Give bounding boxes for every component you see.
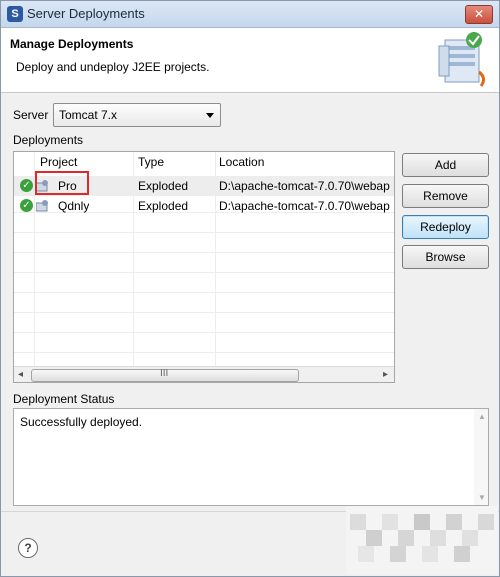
deployments-label: Deployments (13, 133, 84, 147)
row-divider (14, 352, 394, 353)
scroll-up-icon[interactable]: ▲ (478, 412, 486, 421)
scrollbar-thumb[interactable]: III (31, 368, 299, 382)
server-selected-value: Tomcat 7.x (59, 108, 118, 122)
horizontal-scrollbar[interactable]: ◂ III ▸ (14, 366, 394, 382)
chevron-down-icon (206, 113, 214, 118)
browse-button[interactable]: Browse (402, 245, 489, 269)
deployment-location: D:\apache-tomcat-7.0.70\webap (219, 179, 390, 193)
column-header-project[interactable]: Project (40, 152, 77, 172)
scroll-right-icon[interactable]: ▸ (383, 369, 388, 380)
remove-button[interactable]: Remove (402, 184, 489, 208)
table-row[interactable]: ✓ Qdnly Exploded D:\apache-tomcat-7.0.70… (14, 196, 394, 216)
project-name: Qdnly (58, 199, 90, 213)
deploy-server-icon (438, 32, 486, 87)
scrollbar-grip: III (160, 368, 169, 379)
row-divider (14, 252, 394, 253)
deployment-type: Exploded (138, 179, 189, 193)
deployment-status-area[interactable]: Successfully deployed. ▲ ▼ (13, 408, 489, 506)
help-button[interactable]: ? (18, 538, 38, 558)
row-divider (14, 232, 394, 233)
highlight-box (35, 171, 89, 195)
deployment-location: D:\apache-tomcat-7.0.70\webap (219, 199, 390, 213)
banner-title: Manage Deployments (10, 37, 134, 51)
scroll-left-icon[interactable]: ◂ (18, 369, 23, 380)
vertical-scrollbar[interactable]: ▲ ▼ (474, 409, 488, 505)
close-button[interactable]: ✕ (465, 5, 493, 24)
column-header-location[interactable]: Location (219, 152, 264, 172)
row-divider (14, 292, 394, 293)
header-banner: Manage Deployments Deploy and undeploy J… (1, 28, 499, 93)
row-divider (14, 272, 394, 273)
server-select[interactable]: Tomcat 7.x (53, 103, 221, 127)
redeploy-button[interactable]: Redeploy (402, 215, 489, 239)
deployment-status-text: Successfully deployed. (20, 415, 143, 429)
blurred-watermark (346, 506, 498, 574)
row-divider (14, 312, 394, 313)
window-title: Server Deployments (27, 6, 145, 21)
banner-description: Deploy and undeploy J2EE projects. (16, 60, 210, 74)
add-button[interactable]: Add (402, 153, 489, 177)
server-deployments-dialog: S Server Deployments ✕ Manage Deployment… (0, 0, 500, 577)
server-label: Server (13, 108, 49, 122)
eclipse-app-icon: S (7, 6, 23, 22)
column-header-type[interactable]: Type (138, 152, 164, 172)
deployment-type: Exploded (138, 199, 189, 213)
title-bar: S Server Deployments ✕ (1, 1, 499, 28)
project-icon (36, 200, 48, 212)
scroll-down-icon[interactable]: ▼ (478, 493, 486, 502)
deployment-status-label: Deployment Status (13, 392, 115, 406)
check-icon: ✓ (20, 199, 33, 212)
check-icon: ✓ (20, 179, 33, 192)
row-divider (14, 332, 394, 333)
